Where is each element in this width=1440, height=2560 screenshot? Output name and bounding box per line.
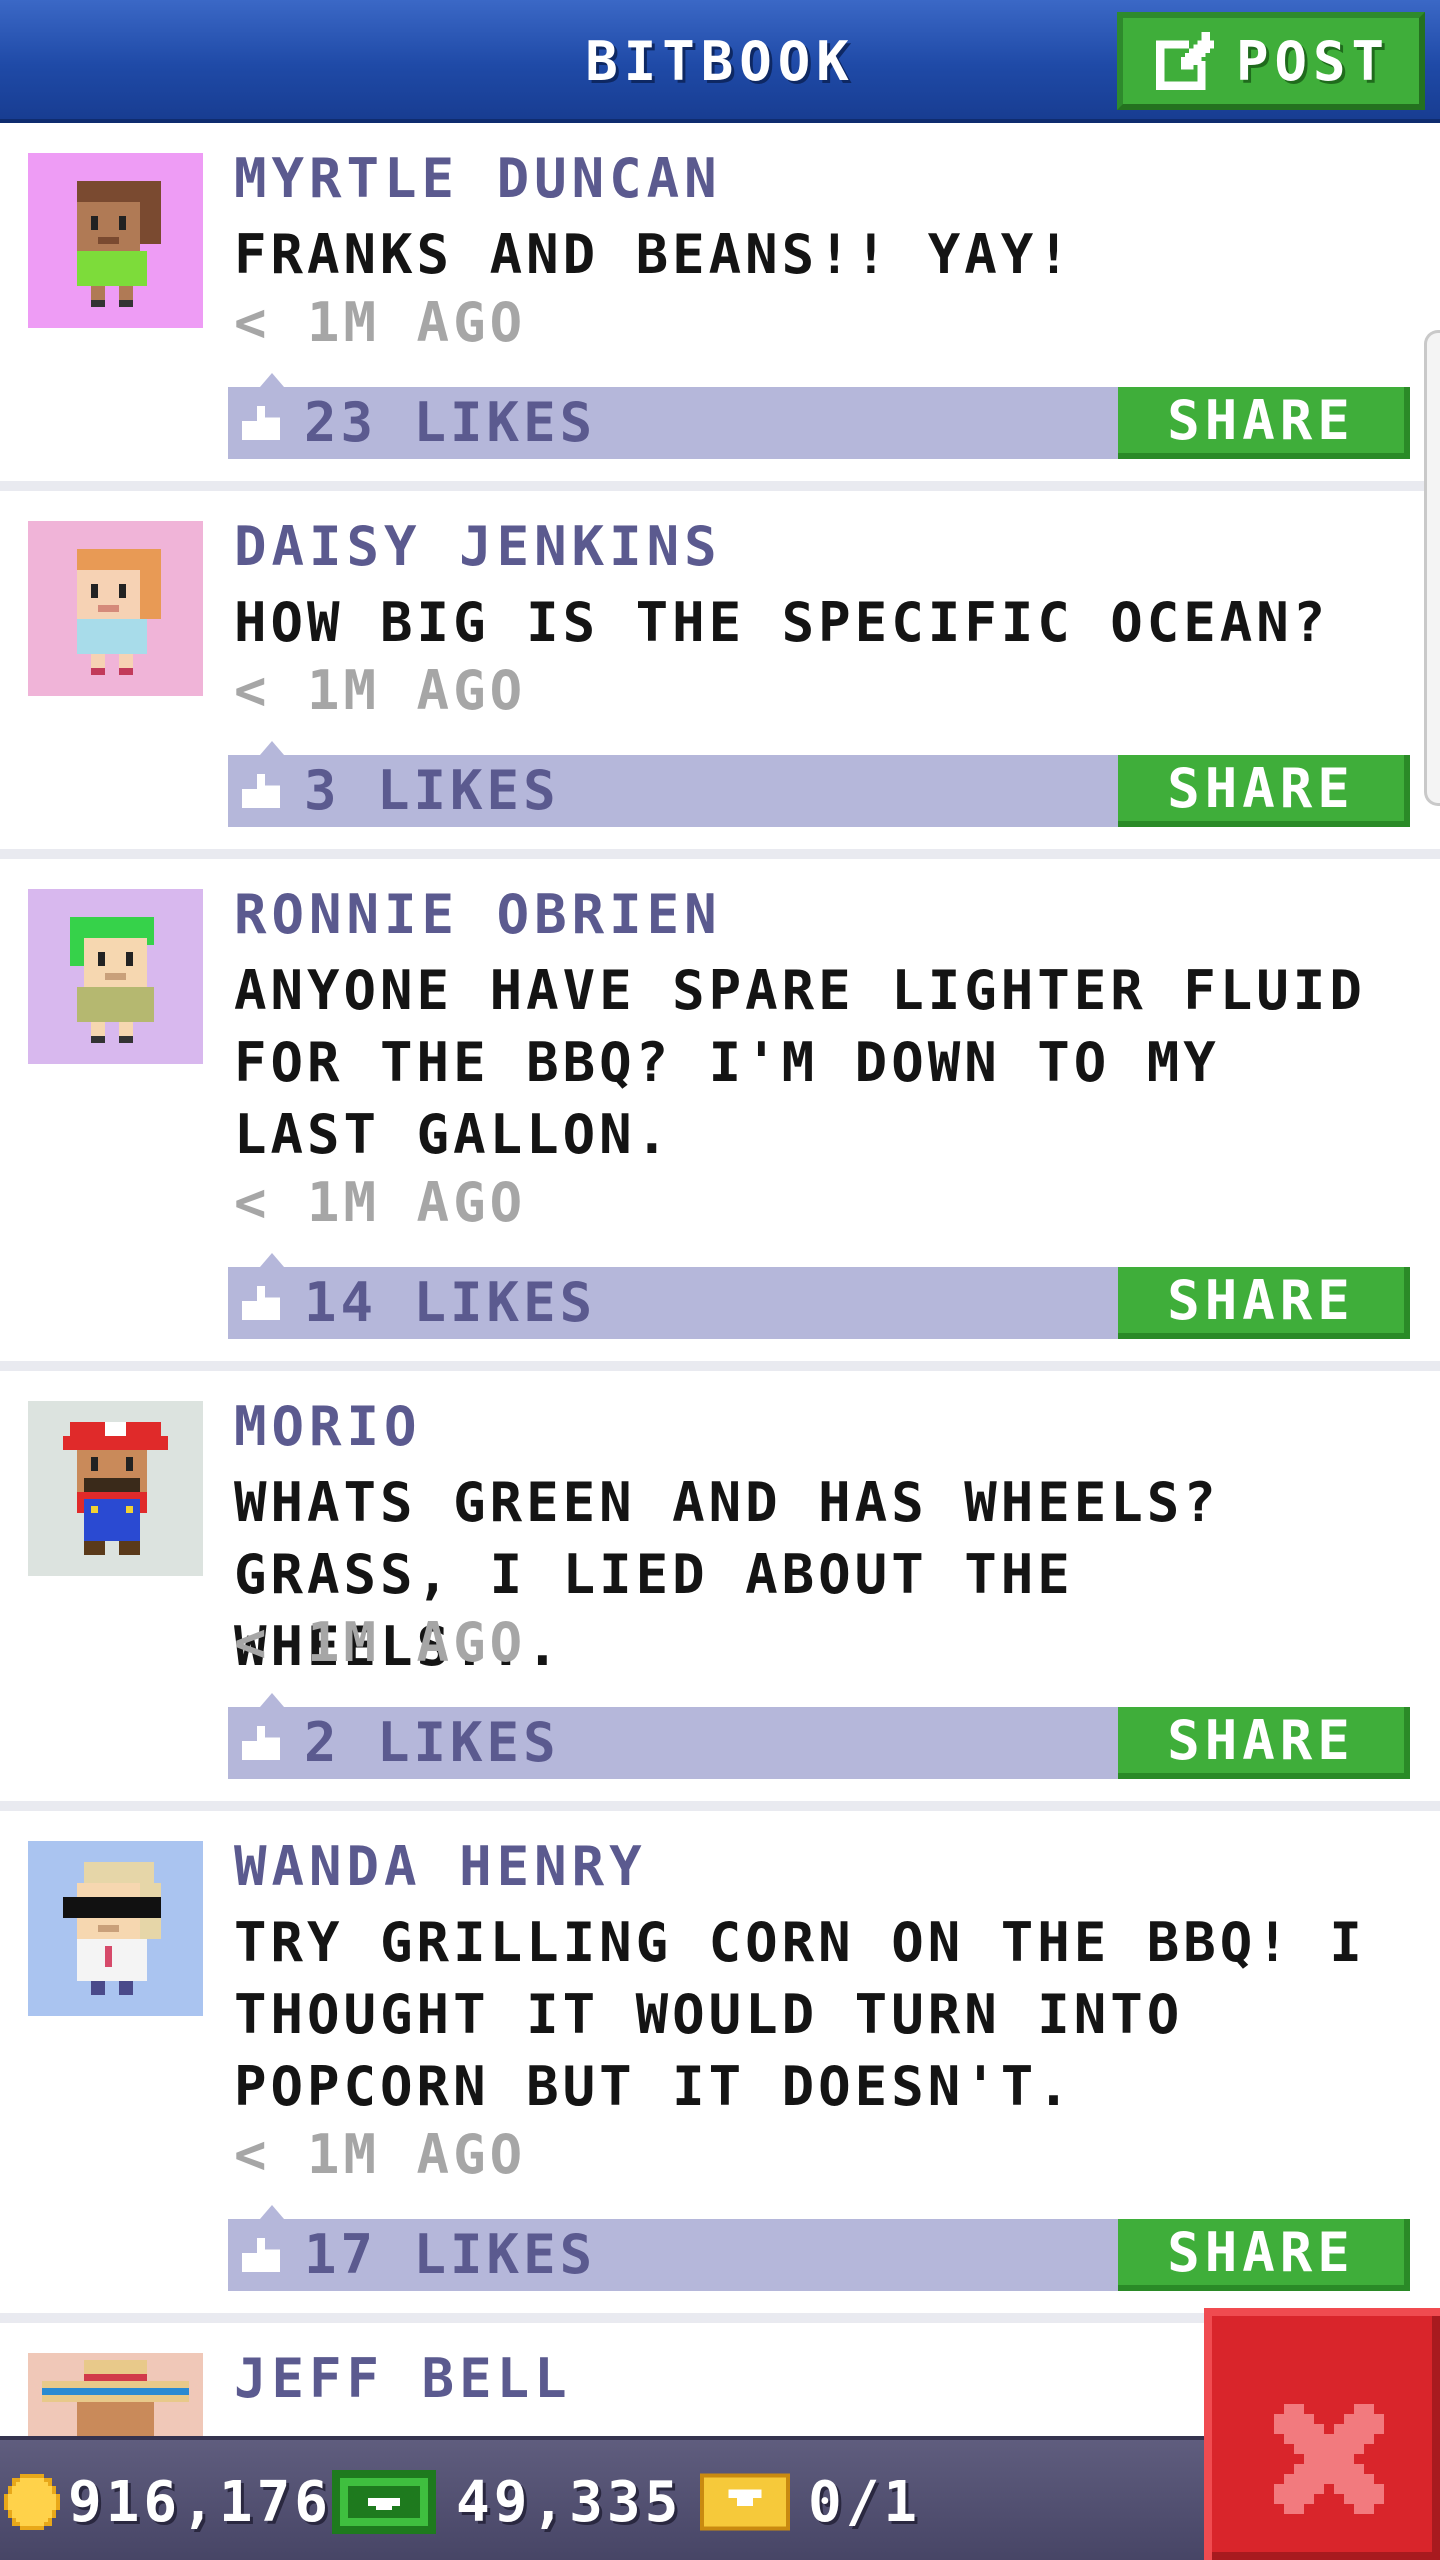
thumbs-up-icon[interactable] [242, 1725, 280, 1761]
post-button-label: POST [1235, 29, 1391, 93]
close-button[interactable] [1204, 2308, 1440, 2560]
post-time: < 1M AGO [234, 1611, 527, 1674]
post-author[interactable]: DAISY JENKINS [234, 515, 722, 578]
likes-count: 17 LIKES [304, 2223, 597, 2286]
like-bar: 3 LIKES SHARE [228, 741, 1410, 827]
post-message: HOW BIG IS THE SPECIFIC OCEAN? [234, 591, 1330, 654]
share-button[interactable]: SHARE [1118, 755, 1410, 827]
tickets-value: 0/1 [808, 2469, 922, 2535]
post-time: < 1M AGO [234, 2123, 527, 2186]
thumbs-up-icon[interactable] [242, 2237, 280, 2273]
post-message: FRANKS AND BEANS!! YAY! [234, 223, 1074, 286]
close-icon [1274, 2404, 1384, 2514]
cash-icon [332, 2470, 436, 2534]
avatar-wanda-henry [28, 1841, 203, 2016]
like-bar: 17 LIKES SHARE [228, 2205, 1410, 2291]
avatar[interactable] [28, 889, 203, 1064]
post-author[interactable]: MYRTLE DUNCAN [234, 147, 722, 210]
ticket-icon [700, 2473, 790, 2531]
post-time: < 1M AGO [234, 291, 527, 354]
thumbs-up-icon[interactable] [242, 1285, 280, 1321]
edit-icon [1156, 32, 1214, 90]
post-author[interactable]: WANDA HENRY [234, 1835, 647, 1898]
thumbs-up-icon[interactable] [242, 405, 280, 441]
post-author[interactable]: MORIO [234, 1395, 422, 1458]
post-feed[interactable]: MYRTLE DUNCAN FRANKS AND BEANS!! YAY! < … [0, 123, 1440, 2560]
likes-count: 2 LIKES [304, 1711, 560, 1774]
app-header: BITBOOK POST [0, 0, 1440, 123]
avatar[interactable] [28, 153, 203, 328]
post-time: < 1M AGO [234, 659, 527, 722]
avatar-myrtle-duncan [28, 153, 203, 328]
post-button[interactable]: POST [1117, 12, 1425, 110]
post-item: RONNIE OBRIEN ANYONE HAVE SPARE LIGHTER … [0, 859, 1440, 1371]
coins-value: 916,176 [68, 2469, 333, 2535]
like-bar: 14 LIKES SHARE [228, 1253, 1410, 1339]
avatar-daisy-jenkins [28, 521, 203, 696]
post-item: WANDA HENRY TRY GRILLING CORN ON THE BBQ… [0, 1811, 1440, 2323]
share-button[interactable]: SHARE [1118, 1707, 1410, 1779]
post-author[interactable]: JEFF BELL [234, 2347, 572, 2410]
post-message: TRY GRILLING CORN ON THE BBQ! I THOUGHT … [234, 1911, 1366, 2118]
avatar[interactable] [28, 521, 203, 696]
likes-count: 3 LIKES [304, 759, 560, 822]
post-message: ANYONE HAVE SPARE LIGHTER FLUID FOR THE … [234, 959, 1366, 1166]
coin-icon [4, 2474, 60, 2530]
scrollbar[interactable] [1424, 330, 1440, 806]
like-bar: 23 LIKES SHARE [228, 373, 1410, 459]
avatar[interactable] [28, 1841, 203, 2016]
post-item: MORIO WHATS GREEN AND HAS WHEELS? GRASS,… [0, 1371, 1440, 1811]
thumbs-up-icon[interactable] [242, 773, 280, 809]
post-author[interactable]: RONNIE OBRIEN [234, 883, 722, 946]
bitbook-screen: BITBOOK POST MYRTLE DUNCAN FRANKS AND BE… [0, 0, 1440, 2560]
bux-value: 49,335 [456, 2469, 683, 2535]
avatar-morio [28, 1401, 203, 1576]
tickets-stat: 0/1 [700, 2440, 921, 2560]
avatar[interactable] [28, 1401, 203, 1576]
share-button[interactable]: SHARE [1118, 2219, 1410, 2291]
share-button[interactable]: SHARE [1118, 387, 1410, 459]
post-item: DAISY JENKINS HOW BIG IS THE SPECIFIC OC… [0, 491, 1440, 859]
likes-count: 14 LIKES [304, 1271, 597, 1334]
avatar-ronnie-obrien [28, 889, 203, 1064]
share-button[interactable]: SHARE [1118, 1267, 1410, 1339]
like-bar: 2 LIKES SHARE [228, 1693, 1410, 1779]
coins-stat: 916,176 [4, 2440, 332, 2560]
likes-count: 23 LIKES [304, 391, 597, 454]
post-time: < 1M AGO [234, 1171, 527, 1234]
post-item: MYRTLE DUNCAN FRANKS AND BEANS!! YAY! < … [0, 123, 1440, 491]
bux-stat: 49,335 [332, 2440, 682, 2560]
